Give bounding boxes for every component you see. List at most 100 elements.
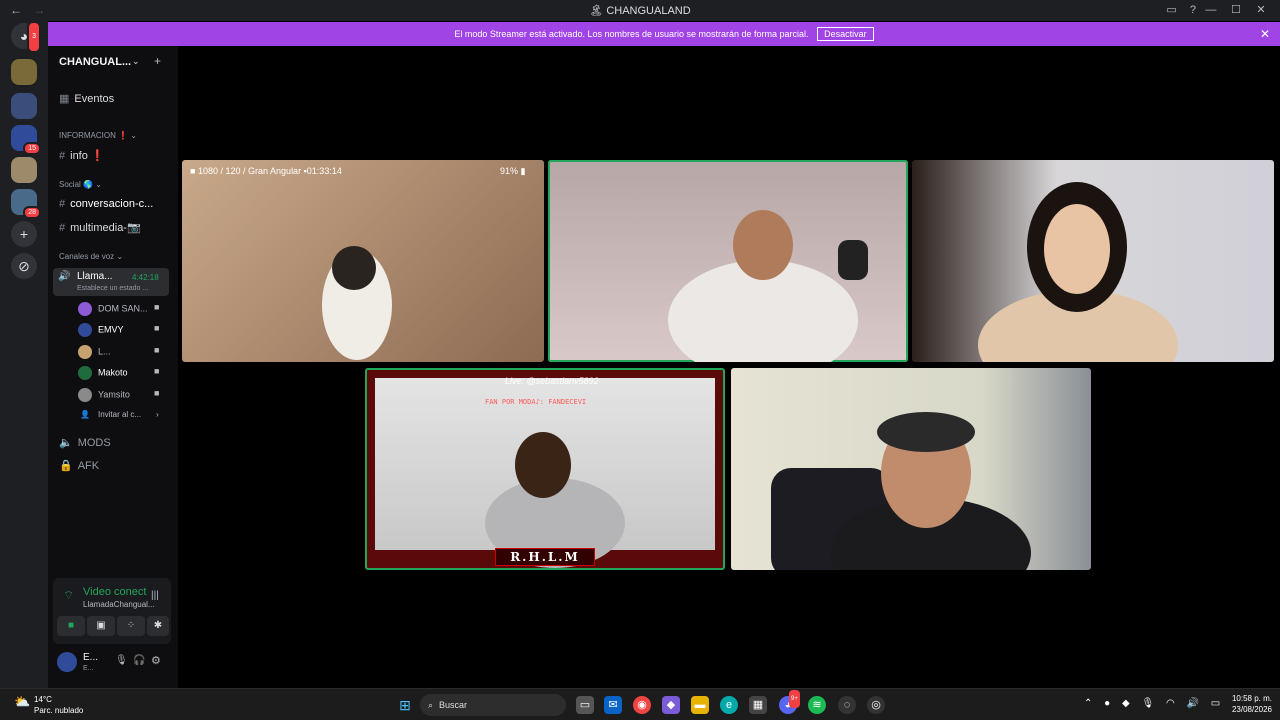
server-icon-changualand[interactable]	[11, 59, 37, 85]
minimize-button[interactable]: —	[1200, 4, 1222, 16]
wifi-icon[interactable]: ◠	[1166, 698, 1175, 709]
streamer-mode-banner: El modo Streamer está activado. Los nomb…	[48, 22, 1280, 46]
explore-icon[interactable]: ⊘	[11, 253, 37, 279]
voice-user[interactable]: DOM SAN... ■	[78, 302, 159, 316]
avatar	[78, 302, 92, 316]
stream-subtitle: FAN POR MODA♪: FANDECEVI	[485, 398, 587, 406]
file-explorer-icon[interactable]: ▬	[691, 696, 709, 714]
clock[interactable]: 10:58 p. m. 23/08/2026	[1232, 693, 1272, 715]
noise-icon[interactable]: |||	[151, 590, 159, 601]
channel-conversacion[interactable]: # conversacion-c...	[59, 198, 153, 210]
video-tile-2[interactable]	[548, 160, 908, 362]
store-icon[interactable]: ▦	[749, 696, 767, 714]
voice-user[interactable]: Yamsito ■	[78, 388, 159, 402]
category-voice[interactable]: Canales de voz ⌄	[59, 252, 123, 261]
speaker-icon: 🔈	[59, 437, 73, 449]
participant-head	[733, 210, 793, 280]
category-informacion[interactable]: INFORMACION ❗ ⌄	[59, 131, 137, 140]
voice-channel-active[interactable]: 🔊 Llama... 4:42:18 Establece un estado .…	[53, 268, 169, 296]
video-tile-4[interactable]: Live: @sebastianv5892 FAN POR MODA♪: FAN…	[365, 368, 725, 570]
help-icon[interactable]: ?	[1190, 4, 1196, 16]
taskbar-search[interactable]: ⌕ Buscar	[420, 694, 566, 716]
mic-icon[interactable]: 🎙	[1141, 698, 1154, 709]
lens-label: Gran Angular	[248, 166, 302, 176]
channel-conversacion-label: conversacion-c...	[70, 198, 154, 210]
signal-icon[interactable]: ⌔	[63, 588, 74, 603]
voice-user-name: Makoto	[98, 367, 128, 378]
camera-overlay: ■ 1080 / 120 / Gran Angular ▪01:33:14 91…	[190, 166, 526, 176]
search-icon: ⌕	[428, 700, 434, 710]
gear-icon[interactable]: ⚙	[151, 654, 161, 667]
voice-user[interactable]: L... ■	[78, 345, 159, 359]
invite-icon[interactable]: +	[154, 54, 161, 68]
discord-taskbar-icon[interactable]: ◕ 9+	[779, 690, 800, 714]
edge-icon[interactable]: e	[720, 696, 738, 714]
invite-to-channel[interactable]: 👤 Invitar al c... ›	[80, 410, 159, 419]
voice-status[interactable]: Video conectado	[83, 586, 147, 598]
maximize-button[interactable]: ☐	[1225, 3, 1247, 16]
voice-user-name: DOM SAN...	[98, 303, 148, 314]
chevron-down-icon[interactable]: ⌄	[132, 56, 140, 67]
headphones-icon[interactable]: 🎧	[133, 655, 145, 666]
live-handle: Live: @sebastianv5892	[505, 376, 599, 386]
server-icon-emvy[interactable]: 15	[11, 125, 41, 155]
user-name[interactable]: E...	[83, 652, 98, 663]
discord-badge: 9+	[789, 690, 800, 708]
outlook-icon[interactable]: ✉	[604, 696, 622, 714]
voice-user[interactable]: EMVY ■	[78, 323, 159, 337]
screen-share-button[interactable]: ▣	[87, 616, 115, 636]
voice-channel-name: Llama...	[77, 271, 113, 282]
camera-button[interactable]: ■	[57, 616, 85, 636]
system-tray: ⌃ ● ◆ 🎙 ◠ 🔊 ▭	[1084, 698, 1229, 709]
events-item[interactable]: ▦ Eventos	[59, 92, 114, 105]
chevron-up-icon[interactable]: ⌃	[1084, 698, 1092, 709]
video-tile-3[interactable]	[912, 160, 1274, 362]
server-list: ◕ 3 15 28 + ⊘	[0, 21, 48, 688]
voice-user[interactable]: Makoto ■	[78, 366, 159, 380]
video-tile-5[interactable]	[731, 368, 1091, 570]
close-button[interactable]: ✕	[1250, 3, 1272, 16]
chevron-right-icon: ›	[156, 410, 159, 419]
server-icon-2[interactable]	[11, 93, 37, 119]
channel-info[interactable]: # info ❗	[59, 149, 105, 162]
server-icon-4[interactable]	[11, 157, 37, 183]
banner-close-icon[interactable]: ✕	[1260, 22, 1270, 46]
voice-channel-mods[interactable]: 🔈 MODS	[59, 436, 111, 449]
user-panel: E... E... 🎙 🎧 ⚙	[53, 648, 171, 678]
voice-channel-afk[interactable]: 🔒 AFK	[59, 459, 99, 472]
mic-icon[interactable]: 🎙	[115, 655, 128, 666]
add-server-icon[interactable]: +	[11, 221, 37, 247]
app-icon-2[interactable]: ◎	[867, 696, 885, 714]
category-social[interactable]: Social 🌎 ⌄	[59, 180, 102, 189]
spotify-icon[interactable]: ≋	[808, 696, 826, 714]
mods-label: MODS	[77, 437, 111, 449]
volume-icon[interactable]: 🔊	[1186, 698, 1198, 709]
temperature: 14°C	[34, 695, 52, 704]
video-tile-1[interactable]: ■ 1080 / 120 / Gran Angular ▪01:33:14 91…	[182, 160, 544, 362]
voice-user-name: EMVY	[98, 324, 124, 335]
voice-channel-link[interactable]: LlamadaChangual...	[83, 600, 155, 609]
voice-status-prompt[interactable]: Establece un estado ...	[77, 285, 148, 292]
speaker-icon: 🔊	[58, 271, 71, 282]
disable-streamer-button[interactable]: Desactivar	[817, 27, 874, 41]
soundboard-button[interactable]: ✱	[147, 616, 169, 636]
window-title: 🏝 CHANGUALAND	[589, 5, 691, 17]
activities-button[interactable]: ⁘	[117, 616, 145, 636]
start-icon[interactable]: ⊞	[396, 696, 414, 714]
discord-home-icon[interactable]: ◕ 3	[11, 21, 41, 53]
task-view-icon[interactable]: ▭	[576, 696, 594, 714]
battery-icon[interactable]: ▭	[1211, 698, 1220, 709]
copilot-icon[interactable]: ◆	[662, 696, 680, 714]
server-name[interactable]: CHANGUAL...	[59, 56, 131, 68]
channel-multimedia[interactable]: # multimedia-📷	[59, 221, 141, 234]
tray-app-icon[interactable]: ●	[1104, 698, 1110, 709]
avatar[interactable]	[57, 652, 77, 672]
weather-widget[interactable]: ⛅ 14°C Parc. nublado	[14, 694, 83, 716]
app-icon-1[interactable]: ◌	[838, 696, 856, 714]
hash-icon: #	[59, 222, 66, 234]
server-icon-5[interactable]: 28	[11, 189, 41, 219]
tray-app-icon[interactable]: ◆	[1122, 698, 1130, 709]
chrome-icon[interactable]: ◉	[633, 696, 651, 714]
inbox-icon[interactable]: ▭	[1166, 4, 1176, 16]
window-titlebar: ← → 🏝 CHANGUALAND ▭ ? — ☐ ✕	[0, 0, 1280, 21]
